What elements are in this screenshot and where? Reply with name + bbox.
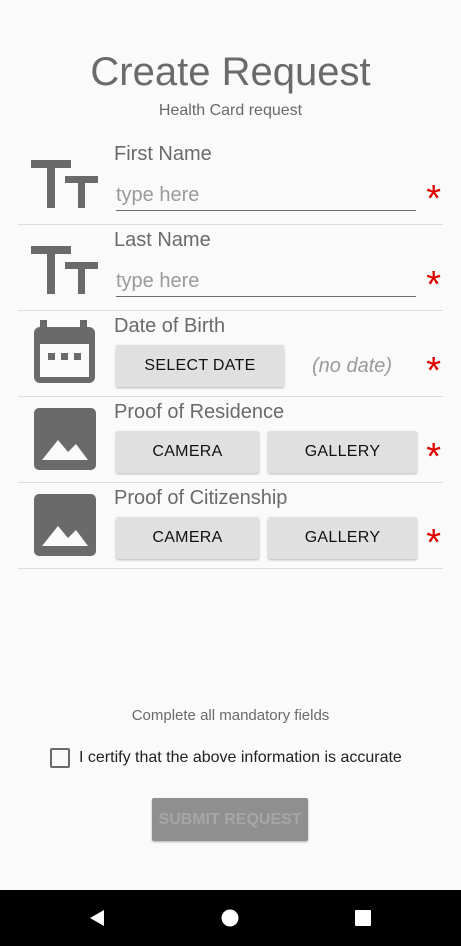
residence-camera-button[interactable]: CAMERA: [116, 431, 259, 473]
required-indicator: *: [426, 178, 441, 220]
last-name-label: Last Name: [114, 229, 211, 251]
dob-row: Date of Birth SELECT DATE (no date) *: [18, 310, 443, 397]
residence-row: Proof of Residence CAMERA GALLERY *: [18, 396, 443, 483]
page-subtitle: Health Card request: [158, 102, 303, 119]
first-name-input[interactable]: [116, 180, 416, 211]
page-title: Create Request: [90, 50, 371, 94]
required-indicator: *: [426, 264, 441, 306]
home-icon[interactable]: [220, 908, 240, 928]
text-fields-icon: [31, 246, 98, 294]
residence-label: Proof of Residence: [114, 401, 285, 423]
submit-request-button[interactable]: SUBMIT REQUEST: [152, 798, 308, 841]
citizenship-camera-button[interactable]: CAMERA: [116, 517, 259, 559]
last-name-input[interactable]: [116, 266, 416, 297]
dob-label: Date of Birth: [114, 315, 226, 337]
calendar-icon: [34, 320, 95, 383]
citizenship-gallery-button[interactable]: GALLERY: [268, 517, 417, 559]
text-fields-icon: [31, 160, 98, 208]
select-date-button[interactable]: SELECT DATE: [116, 345, 284, 387]
system-navbar: [0, 890, 461, 946]
dob-value: (no date): [312, 355, 393, 377]
certify-checkbox-row[interactable]: I certify that the above information is …: [50, 748, 402, 768]
certify-label[interactable]: I certify that the above information is …: [79, 749, 402, 767]
certify-checkbox[interactable]: [50, 748, 70, 768]
mandatory-hint: Complete all mandatory fields: [131, 707, 330, 724]
image-icon: [34, 494, 96, 556]
required-indicator: *: [426, 350, 441, 392]
back-icon[interactable]: [87, 908, 107, 928]
image-icon: [34, 408, 96, 470]
required-indicator: *: [426, 436, 441, 478]
last-name-row: Last Name *: [18, 224, 443, 311]
citizenship-row: Proof of Citizenship CAMERA GALLERY *: [18, 482, 443, 569]
citizenship-label: Proof of Citizenship: [114, 487, 288, 509]
first-name-label: First Name: [114, 143, 212, 165]
required-indicator: *: [426, 522, 441, 564]
first-name-row: First Name *: [18, 138, 443, 225]
recents-icon[interactable]: [353, 908, 373, 928]
residence-gallery-button[interactable]: GALLERY: [268, 431, 417, 473]
